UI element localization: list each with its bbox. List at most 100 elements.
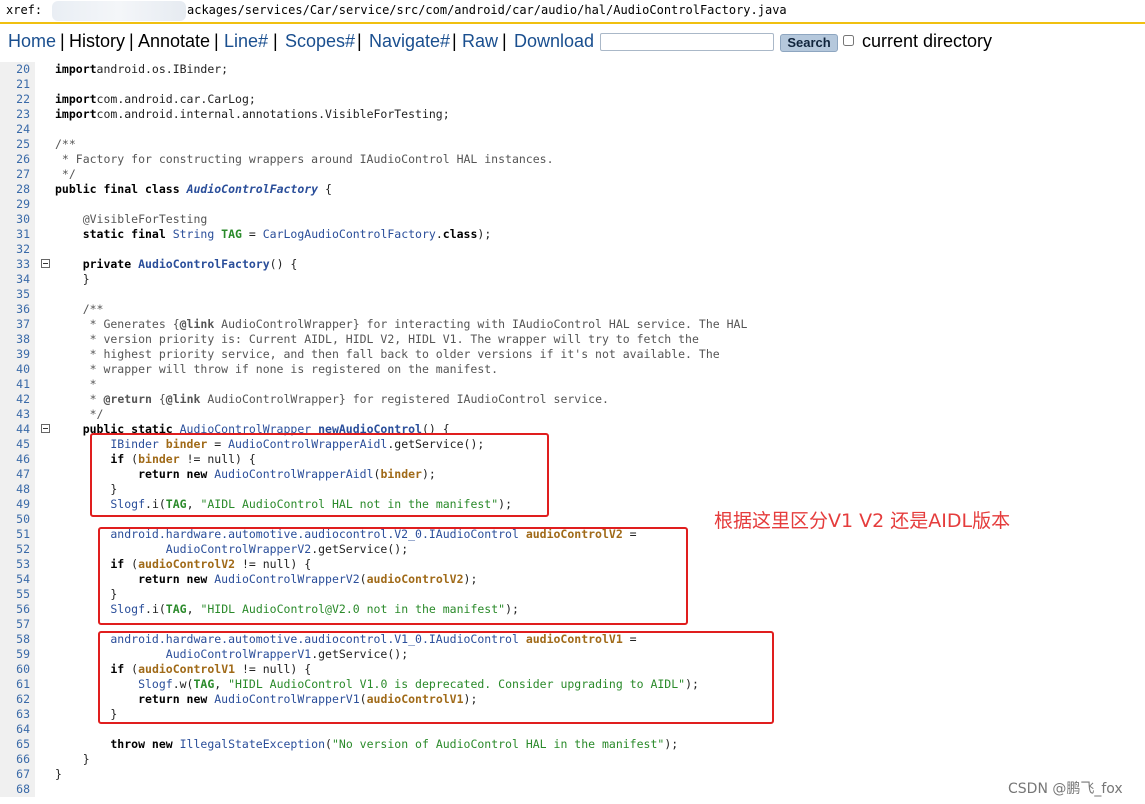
code-line: 36 /** (0, 302, 1145, 317)
code-text: private AudioControlFactory() { (55, 257, 298, 272)
code-token: static final (55, 227, 173, 241)
code-token: import (55, 107, 97, 121)
highlight-box-aidl (90, 433, 549, 517)
fold-toggle-icon[interactable] (41, 424, 50, 433)
line-number[interactable]: 68 (0, 782, 35, 797)
code-token: { (318, 182, 332, 196)
line-number[interactable]: 57 (0, 617, 35, 632)
line-number[interactable]: 64 (0, 722, 35, 737)
code-text: * wrapper will throw if none is register… (55, 362, 499, 377)
code-token: @return (103, 392, 152, 406)
line-number[interactable]: 39 (0, 347, 35, 362)
search-button[interactable]: Search (780, 34, 838, 52)
line-number[interactable]: 67 (0, 767, 35, 782)
line-number[interactable]: 35 (0, 287, 35, 302)
line-number[interactable]: 22 (0, 92, 35, 107)
nav-download-link[interactable]: Download (514, 31, 594, 52)
code-token: { (151, 392, 166, 406)
nav-line-link[interactable]: Line# (224, 31, 268, 52)
line-number[interactable]: 36 (0, 302, 35, 317)
line-number[interactable]: 29 (0, 197, 35, 212)
code-line: 23 importcom.android.internal.annotations… (0, 107, 1145, 122)
highlight-box-hidl-v2 (98, 527, 688, 625)
code-line: 38 * version priority is: Current AIDL, … (0, 332, 1145, 347)
code-text: static final String TAG = CarLogAudioCon… (55, 227, 492, 242)
line-number[interactable]: 23 (0, 107, 35, 122)
code-token: * Generates { (55, 317, 180, 331)
line-number[interactable]: 38 (0, 332, 35, 347)
line-number[interactable]: 21 (0, 77, 35, 92)
line-number[interactable]: 63 (0, 707, 35, 722)
line-number[interactable]: 34 (0, 272, 35, 287)
code-line: 22 importcom.android.car.CarLog; (0, 92, 1145, 107)
line-number[interactable]: 54 (0, 572, 35, 587)
code-text: * @return {@link AudioControlWrapper} fo… (55, 392, 609, 407)
line-number[interactable]: 32 (0, 242, 35, 257)
line-number[interactable]: 46 (0, 452, 35, 467)
code-text: @VisibleForTesting (55, 212, 208, 227)
code-token: () { (269, 257, 298, 271)
line-number[interactable]: 45 (0, 437, 35, 452)
annotation-note: 根据这里区分V1 V2 还是AIDL版本 (714, 510, 1011, 532)
code-text: * Factory for constructing wrappers arou… (55, 152, 554, 167)
line-number[interactable]: 55 (0, 587, 35, 602)
code-text: public final class AudioControlFactory { (55, 182, 332, 197)
code-token: /** (55, 137, 76, 151)
code-text: } (55, 272, 90, 287)
line-number[interactable]: 37 (0, 317, 35, 332)
line-number[interactable]: 51 (0, 527, 35, 542)
line-number[interactable]: 62 (0, 692, 35, 707)
code-text: * (55, 377, 97, 392)
nav-history-link[interactable]: History (69, 31, 125, 52)
nav-annotate-link[interactable]: Annotate (138, 31, 210, 52)
code-token: @link (179, 317, 215, 331)
line-number[interactable]: 60 (0, 662, 35, 677)
line-number[interactable]: 49 (0, 497, 35, 512)
code-token: * highest priority service, and then fal… (55, 347, 720, 361)
code-token: AudioControlWrapper} for registered IAud… (200, 392, 609, 406)
line-number[interactable]: 41 (0, 377, 35, 392)
nav-scopes-link[interactable]: Scopes# (285, 31, 355, 52)
line-number[interactable]: 52 (0, 542, 35, 557)
line-number[interactable]: 30 (0, 212, 35, 227)
line-number[interactable]: 31 (0, 227, 35, 242)
line-number[interactable]: 33 (0, 257, 35, 272)
line-number[interactable]: 61 (0, 677, 35, 692)
line-number[interactable]: 24 (0, 122, 35, 137)
line-number[interactable]: 27 (0, 167, 35, 182)
line-number[interactable]: 44 (0, 422, 35, 437)
line-number[interactable]: 48 (0, 482, 35, 497)
line-number[interactable]: 65 (0, 737, 35, 752)
line-number[interactable]: 42 (0, 392, 35, 407)
fold-toggle-icon[interactable] (41, 259, 50, 268)
code-token: } (55, 272, 90, 286)
line-number[interactable]: 53 (0, 557, 35, 572)
line-number[interactable]: 43 (0, 407, 35, 422)
xref-bar: xref: ackages/services/Car/service/src/c… (0, 0, 1145, 24)
nav-raw-link[interactable]: Raw (462, 31, 498, 52)
line-number[interactable]: 25 (0, 137, 35, 152)
line-number[interactable]: 47 (0, 467, 35, 482)
line-number[interactable]: 50 (0, 512, 35, 527)
code-token: IllegalStateException (179, 737, 326, 751)
line-number[interactable]: 28 (0, 182, 35, 197)
code-line: 40 * wrapper will throw if none is regis… (0, 362, 1145, 377)
line-number[interactable]: 58 (0, 632, 35, 647)
line-number[interactable]: 40 (0, 362, 35, 377)
code-text: throw new IllegalStateException("No vers… (55, 737, 678, 752)
code-token: * wrapper will throw if none is register… (55, 362, 499, 376)
line-number[interactable]: 26 (0, 152, 35, 167)
code-line: 37 * Generates {@link AudioControlWrappe… (0, 317, 1145, 332)
nav-navigate-link[interactable]: Navigate# (369, 31, 450, 52)
line-number[interactable]: 56 (0, 602, 35, 617)
code-line: 68 (0, 782, 1145, 797)
line-number[interactable]: 66 (0, 752, 35, 767)
line-number[interactable]: 59 (0, 647, 35, 662)
current-directory-checkbox[interactable] (843, 35, 854, 46)
code-text: importcom.android.internal.annotations.V… (55, 107, 450, 122)
code-text: */ (55, 407, 104, 422)
line-number[interactable]: 20 (0, 62, 35, 77)
code-line: 25 /** (0, 137, 1145, 152)
nav-home-link[interactable]: Home (8, 31, 56, 52)
search-input[interactable] (600, 33, 774, 51)
